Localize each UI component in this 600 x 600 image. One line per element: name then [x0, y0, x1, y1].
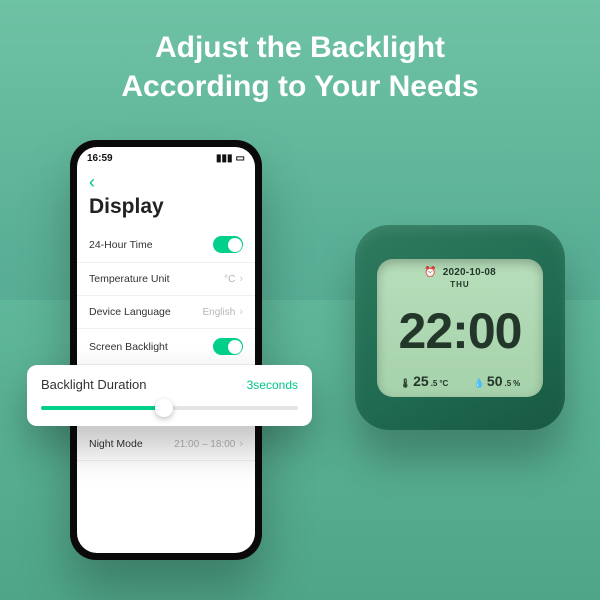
row-24-hour-time[interactable]: 24-Hour Time: [77, 227, 255, 263]
row-label: Temperature Unit: [89, 273, 170, 285]
clock-meter-row: 🌡 25.5°C 💧 50.5%: [387, 373, 533, 389]
title-line-2: According to Your Needs: [0, 67, 600, 106]
clock-day: THU: [387, 280, 533, 289]
backlight-duration-slider[interactable]: [41, 406, 298, 410]
promo-title: Adjust the Backlight According to Your N…: [0, 28, 600, 106]
toggle-24-hour[interactable]: [213, 236, 243, 253]
toggle-screen-backlight[interactable]: [213, 338, 243, 355]
chevron-right-icon: ›: [239, 438, 243, 450]
slider-thumb[interactable]: [155, 399, 173, 417]
row-label: Screen Backlight: [89, 341, 168, 353]
row-value: °C ›: [224, 273, 243, 285]
row-screen-backlight[interactable]: Screen Backlight: [77, 329, 255, 365]
row-label: Night Mode: [89, 438, 143, 450]
alarm-icon: ⏰: [424, 267, 437, 278]
back-button[interactable]: ‹: [89, 172, 95, 193]
phone-frame: 16:59 ▮▮▮ ▭ ‹ Display 24-Hour Time Tempe…: [70, 140, 262, 560]
page-header: ‹ Display: [77, 168, 255, 227]
row-device-language[interactable]: Device Language English ›: [77, 296, 255, 329]
popout-head: Backlight Duration 3seconds: [41, 377, 298, 392]
backlight-duration-value: 3seconds: [247, 378, 298, 392]
status-time: 16:59: [87, 153, 113, 164]
row-label: 24-Hour Time: [89, 239, 153, 251]
droplet-icon: 💧: [474, 378, 485, 389]
clock-time: 22:00: [387, 306, 533, 356]
clock-temperature: 🌡 25.5°C: [400, 373, 449, 389]
status-bar: 16:59 ▮▮▮ ▭: [77, 147, 255, 168]
thermometer-icon: 🌡: [400, 378, 411, 389]
battery-icon: ▭: [236, 153, 245, 164]
row-value: 21:00 – 18:00 ›: [174, 438, 243, 450]
clock-date-row: ⏰ 2020-10-08: [387, 267, 533, 278]
clock-date: 2020-10-08: [443, 267, 496, 278]
chevron-right-icon: ›: [239, 273, 243, 285]
backlight-duration-card: Backlight Duration 3seconds: [27, 365, 312, 426]
chevron-right-icon: ›: [239, 306, 243, 318]
slider-fill: [41, 406, 164, 410]
clock-lcd: ⏰ 2020-10-08 THU 22:00 🌡 25.5°C 💧 50.5%: [377, 259, 543, 397]
row-night-mode[interactable]: Night Mode 21:00 – 18:00 ›: [77, 428, 255, 461]
row-value: English ›: [203, 306, 243, 318]
backlight-duration-label: Backlight Duration: [41, 377, 147, 392]
signal-icon: ▮▮▮: [216, 153, 233, 164]
status-icons: ▮▮▮ ▭: [216, 153, 245, 164]
row-label: Device Language: [89, 306, 171, 318]
title-line-1: Adjust the Backlight: [0, 28, 600, 67]
phone-screen: 16:59 ▮▮▮ ▭ ‹ Display 24-Hour Time Tempe…: [77, 147, 255, 553]
clock-humidity: 💧 50.5%: [474, 373, 521, 389]
row-temperature-unit[interactable]: Temperature Unit °C ›: [77, 263, 255, 296]
clock-device: ⏰ 2020-10-08 THU 22:00 🌡 25.5°C 💧 50.5%: [355, 225, 565, 430]
page-title: Display: [89, 195, 243, 219]
